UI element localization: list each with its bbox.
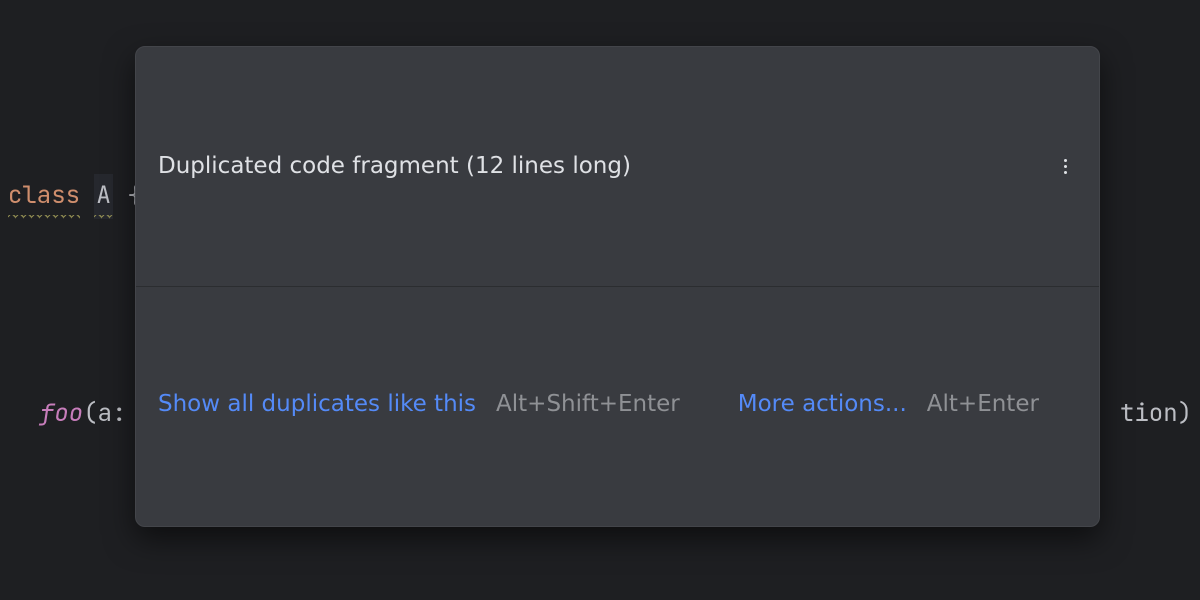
paren-open: ( [83,392,97,435]
keyword-class: class [8,174,80,219]
tooltip-actions: Show all duplicates like this Alt+Shift+… [136,370,1099,443]
param: a: [98,392,127,435]
truncated-text: tion) [1120,392,1192,435]
show-duplicates-link[interactable]: Show all duplicates like this [158,384,476,425]
shortcut-label: Alt+Shift+Enter [496,384,680,425]
code-editor[interactable]: class A { foo(a: tion) cons cons console… [0,0,1200,600]
more-vertical-icon[interactable] [1053,154,1077,178]
shortcut-label: Alt+Enter [927,384,1039,425]
tooltip-header: Duplicated code fragment (12 lines long) [136,130,1099,203]
inspection-tooltip: Duplicated code fragment (12 lines long)… [135,46,1100,527]
more-actions-link[interactable]: More actions... [738,384,907,425]
tooltip-separator [136,286,1099,287]
tooltip-title: Duplicated code fragment (12 lines long) [158,146,631,187]
class-name: A [94,174,112,219]
method-name: foo [40,392,83,435]
